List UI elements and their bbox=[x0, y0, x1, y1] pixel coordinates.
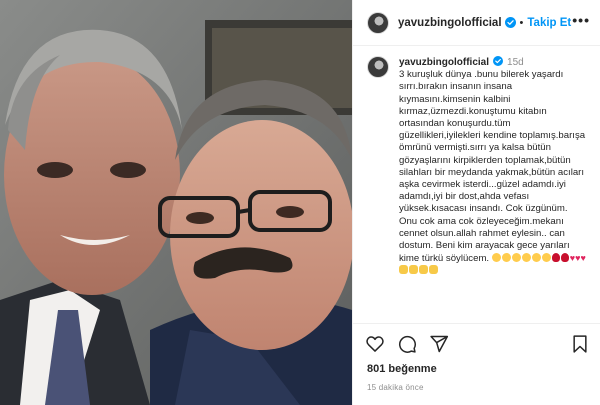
paper-plane-icon[interactable] bbox=[429, 334, 449, 354]
clap-emoji-icon bbox=[399, 265, 408, 275]
rose-emoji-icon bbox=[551, 253, 560, 263]
follow-button[interactable]: Takip Et bbox=[527, 17, 571, 29]
caption-time[interactable]: 15d bbox=[507, 57, 524, 68]
post-timestamp: 15 dakika önce bbox=[367, 383, 424, 392]
heart-emoji-icon: ♥♥♥ bbox=[569, 253, 586, 264]
caption: yavuzbingolofficial 15d 3 kuruşluk dünya … bbox=[399, 56, 586, 323]
sad-face-emoji-icon bbox=[521, 253, 531, 263]
action-bar bbox=[353, 323, 600, 363]
likes-count[interactable]: 801 beğenme bbox=[353, 363, 600, 381]
sad-face-emoji-icon bbox=[501, 253, 511, 263]
sad-face-emoji-icon bbox=[531, 253, 541, 263]
verified-badge-icon bbox=[493, 56, 504, 66]
selfie-image bbox=[0, 0, 352, 405]
verified-badge-icon bbox=[504, 17, 516, 28]
instagram-post: yavuzbingolofficial • Takip Et ••• yavuz… bbox=[0, 0, 600, 405]
post-sidebar: yavuzbingolofficial • Takip Et ••• yavuz… bbox=[352, 0, 600, 405]
clap-emoji-icon bbox=[409, 265, 418, 275]
caption-text-block: yavuzbingolofficial 15d 3 kuruşluk dünya … bbox=[399, 56, 586, 278]
sad-face-emoji-icon bbox=[491, 253, 501, 263]
separator-dot: • bbox=[519, 16, 524, 29]
bookmark-icon[interactable] bbox=[570, 334, 590, 354]
more-options-icon[interactable]: ••• bbox=[572, 12, 590, 34]
post-header: yavuzbingolofficial • Takip Et ••• bbox=[353, 0, 600, 46]
comments-section: yavuzbingolofficial 15d 3 kuruşluk dünya … bbox=[353, 46, 600, 323]
rose-emoji-icon bbox=[560, 253, 569, 263]
caption-text: 3 kuruşluk dünya .bunu bilerek yaşardı s… bbox=[399, 69, 586, 265]
comment-icon[interactable] bbox=[397, 334, 417, 354]
sad-face-emoji-icon bbox=[511, 253, 521, 263]
sad-face-emoji-icon bbox=[541, 253, 551, 263]
heart-icon[interactable] bbox=[365, 334, 385, 354]
post-photo[interactable] bbox=[0, 0, 352, 405]
caption-username[interactable]: yavuzbingolofficial bbox=[399, 57, 489, 68]
clap-emoji-icon bbox=[419, 265, 428, 275]
caption-avatar[interactable] bbox=[367, 56, 389, 78]
username-link[interactable]: yavuzbingolofficial bbox=[398, 17, 502, 29]
avatar[interactable] bbox=[367, 11, 389, 34]
clap-emoji-icon bbox=[429, 265, 438, 275]
